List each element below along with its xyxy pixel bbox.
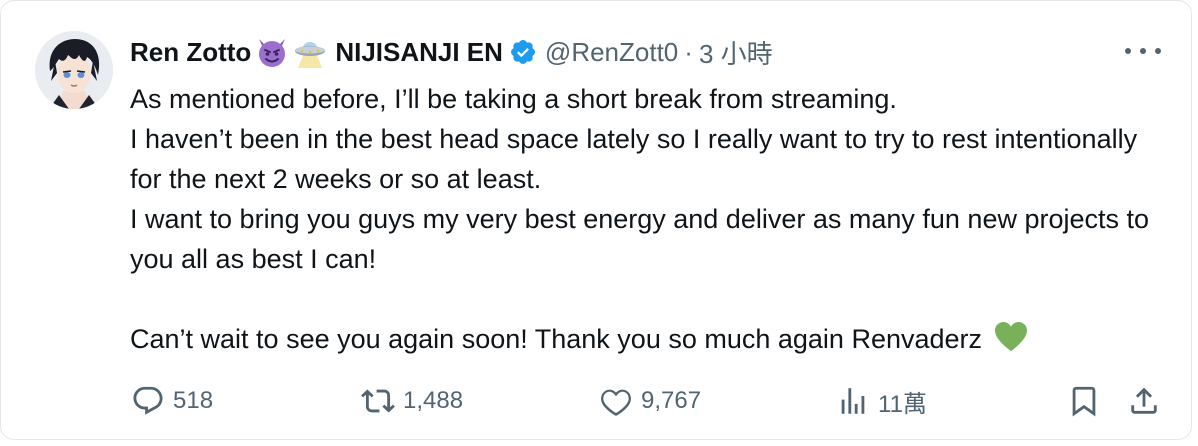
tweet-line: Can’t wait to see you again soon! Thank …: [130, 319, 1160, 359]
green-heart-emoji: [994, 321, 1027, 352]
bookmark-button[interactable]: [1067, 379, 1101, 423]
views-count: 11萬: [878, 390, 927, 418]
bookmark-icon: [1072, 386, 1096, 417]
retweet-button[interactable]: 1,488: [361, 379, 463, 423]
handle[interactable]: @RenZott0: [545, 37, 678, 68]
retweet-count: 1,488: [403, 387, 464, 414]
views-chart-icon: [841, 388, 865, 414]
reply-icon: [133, 386, 163, 415]
separator-dot: ·: [684, 36, 693, 67]
share-icon: [1131, 387, 1157, 414]
timestamp[interactable]: 3 小時: [699, 34, 773, 71]
tweet-card[interactable]: Ren Zotto NIJISANJI EN @RenZott0 · 3 小時 …: [0, 0, 1192, 440]
ufo-emoji: [295, 42, 326, 68]
retweet-icon: [361, 389, 395, 413]
action-bar: 518 1,488 9,767 11萬: [131, 379, 1171, 423]
tweet-text: As mentioned before, I’ll be taking a sh…: [130, 79, 1160, 359]
more-options-icon[interactable]: [1125, 41, 1161, 61]
reply-count: 518: [173, 387, 214, 414]
reply-button[interactable]: 518: [131, 379, 213, 423]
like-count: 9,767: [641, 387, 702, 414]
views-button[interactable]: 11萬: [836, 379, 927, 423]
verified-badge-icon: [510, 40, 535, 64]
tweet-header: Ren Zotto NIJISANJI EN @RenZott0 · 3 小時: [130, 31, 773, 73]
heart-icon: [601, 389, 631, 416]
like-button[interactable]: 9,767: [599, 379, 701, 423]
share-button[interactable]: [1127, 379, 1161, 423]
org-name[interactable]: NIJISANJI EN: [335, 37, 503, 68]
tweet-line: I want to bring you guys my very best en…: [130, 204, 1150, 274]
avatar[interactable]: [35, 31, 113, 109]
tweet-line: I haven’t been in the best head space la…: [130, 124, 1138, 194]
tweet-line: As mentioned before, I’ll be taking a sh…: [130, 84, 897, 114]
display-name[interactable]: Ren Zotto: [130, 37, 251, 68]
smiling-imp-emoji: [259, 39, 286, 67]
tweet-line-text: Can’t wait to see you again soon! Thank …: [130, 324, 983, 354]
